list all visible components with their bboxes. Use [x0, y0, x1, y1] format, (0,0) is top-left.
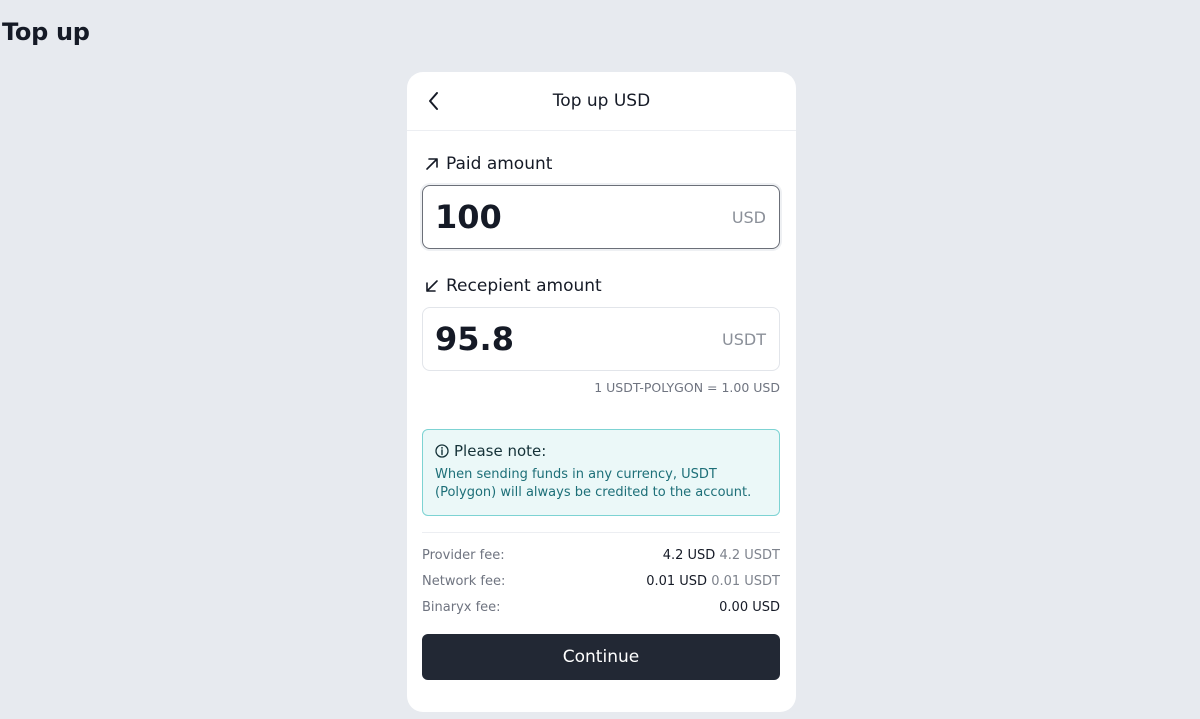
fee-value: 0.00 USD — [719, 600, 780, 626]
page-title: Top up — [2, 18, 90, 46]
fee-value-usd: 4.2 USD — [662, 548, 716, 563]
fee-row-provider: Provider fee: 4.2 USD 4.2 USDT — [422, 548, 780, 574]
fee-label: Provider fee: — [422, 548, 505, 563]
fee-label: Network fee: — [422, 574, 506, 589]
divider — [422, 532, 780, 533]
exchange-rate: 1 USDT-POLYGON = 1.00 USD — [594, 380, 780, 395]
paid-amount-input[interactable] — [435, 198, 635, 236]
fee-row-binaryx: Binaryx fee: 0.00 USD — [422, 600, 780, 626]
fee-value-usd: 0.01 USD — [646, 574, 708, 589]
recipient-amount-label: Recepient amount — [423, 276, 602, 296]
fee-label: Binaryx fee: — [422, 600, 501, 615]
card-title: Top up USD — [552, 91, 651, 111]
fee-row-network: Network fee: 0.01 USD 0.01 USDT — [422, 574, 780, 600]
recipient-amount-field[interactable]: USDT — [422, 307, 780, 371]
fee-value: 4.2 USD 4.2 USDT — [663, 548, 780, 574]
fees-list: Provider fee: 4.2 USD 4.2 USDT Network f… — [422, 548, 780, 626]
paid-amount-field[interactable]: USD — [422, 185, 780, 249]
recipient-currency: USDT — [722, 329, 766, 349]
arrow-up-right-icon — [423, 155, 441, 173]
paid-currency: USD — [731, 207, 766, 227]
fee-value-usd: 0.00 USD — [719, 600, 780, 615]
paid-amount-label-text: Paid amount — [446, 154, 553, 174]
continue-button[interactable]: Continue — [422, 634, 780, 680]
arrow-down-left-icon — [423, 277, 441, 295]
note-title-text: Please note: — [454, 442, 547, 460]
note-box: Please note: When sending funds in any c… — [422, 429, 780, 516]
top-up-card: Top up USD Paid amount USD Recepient amo… — [407, 72, 796, 712]
fee-value-usdt: 0.01 USDT — [711, 574, 780, 589]
info-icon — [435, 444, 449, 458]
recipient-amount-label-text: Recepient amount — [446, 276, 602, 296]
note-title: Please note: — [435, 442, 767, 460]
paid-amount-label: Paid amount — [423, 154, 552, 174]
fee-value: 0.01 USD 0.01 USDT — [646, 574, 780, 600]
fee-value-usdt: 4.2 USDT — [719, 548, 780, 563]
card-header: Top up USD — [407, 72, 796, 131]
note-text: When sending funds in any currency, USDT… — [435, 467, 752, 500]
recipient-amount-input[interactable] — [435, 320, 635, 358]
